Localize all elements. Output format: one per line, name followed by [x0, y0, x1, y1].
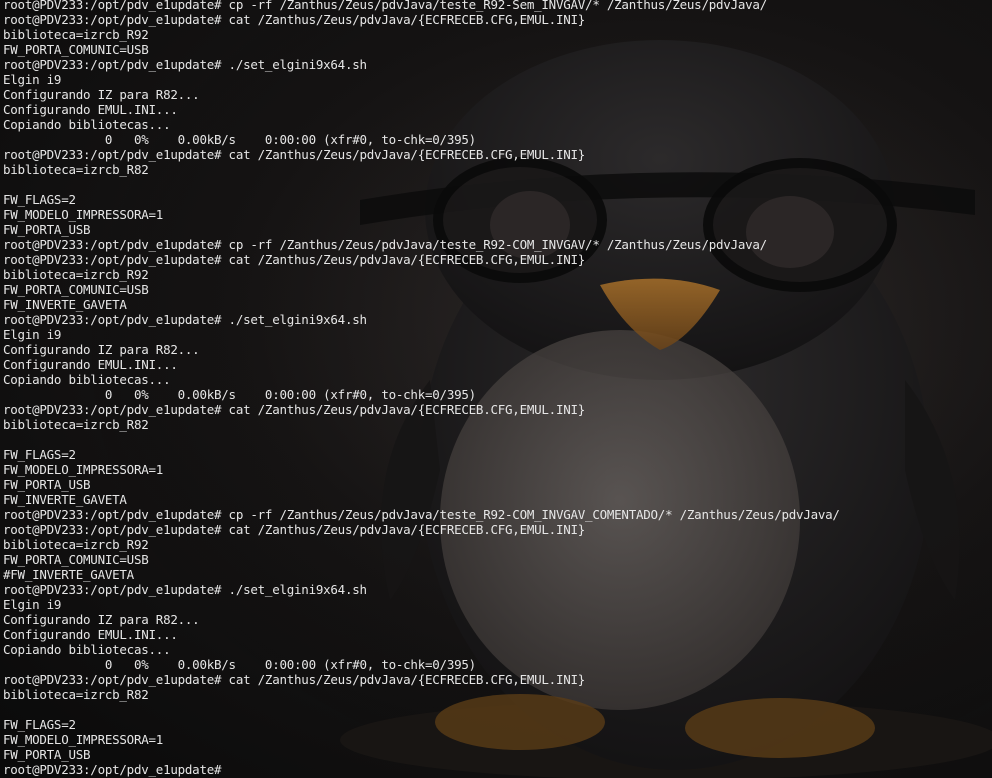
terminal-line: root@PDV233:/opt/pdv_e1update# cp -rf /Z… — [3, 237, 767, 252]
terminal-line: root@PDV233:/opt/pdv_e1update# cat /Zant… — [3, 252, 586, 267]
terminal-window[interactable]: root@PDV233:/opt/pdv_e1update# cp -rf /Z… — [0, 0, 992, 778]
terminal-line: FW_INVERTE_GAVETA — [3, 297, 127, 312]
terminal-line: FW_PORTA_COMUNIC=USB — [3, 282, 149, 297]
terminal-line: Configurando EMUL.INI... — [3, 102, 178, 117]
terminal-line: FW_FLAGS=2 — [3, 447, 76, 462]
terminal-line: biblioteca=izrcb_R92 — [3, 537, 149, 552]
terminal-line: Configurando EMUL.INI... — [3, 627, 178, 642]
terminal-line: root@PDV233:/opt/pdv_e1update# cat /Zant… — [3, 147, 586, 162]
terminal-line: biblioteca=izrcb_R82 — [3, 162, 149, 177]
terminal-line: Configurando IZ para R82... — [3, 87, 200, 102]
terminal-line: biblioteca=izrcb_R92 — [3, 267, 149, 282]
terminal-line: root@PDV233:/opt/pdv_e1update# cp -rf /Z… — [3, 507, 840, 522]
terminal-line: 0 0% 0.00kB/s 0:00:00 (xfr#0, to-chk=0/3… — [3, 657, 476, 672]
terminal-line: Elgin i9 — [3, 597, 62, 612]
terminal-line: FW_PORTA_COMUNIC=USB — [3, 42, 149, 57]
terminal-line: FW_PORTA_USB — [3, 747, 91, 762]
terminal-line: biblioteca=izrcb_R82 — [3, 417, 149, 432]
terminal-line: biblioteca=izrcb_R82 — [3, 687, 149, 702]
terminal-line: root@PDV233:/opt/pdv_e1update# ./set_elg… — [3, 312, 367, 327]
terminal-line: root@PDV233:/opt/pdv_e1update# cat /Zant… — [3, 12, 586, 27]
terminal-line: FW_PORTA_COMUNIC=USB — [3, 552, 149, 567]
terminal-line: Configurando IZ para R82... — [3, 612, 200, 627]
terminal-line: FW_PORTA_USB — [3, 222, 91, 237]
terminal-line: FW_MODELO_IMPRESSORA=1 — [3, 207, 164, 222]
shell-prompt-line: root@PDV233:/opt/pdv_e1update# — [3, 762, 222, 777]
terminal-line: #FW_INVERTE_GAVETA — [3, 567, 134, 582]
terminal-line: biblioteca=izrcb_R92 — [3, 27, 149, 42]
terminal-line: Copiando bibliotecas... — [3, 117, 171, 132]
terminal-line: Copiando bibliotecas... — [3, 642, 171, 657]
terminal-line: root@PDV233:/opt/pdv_e1update# cat /Zant… — [3, 402, 586, 417]
terminal-line: FW_INVERTE_GAVETA — [3, 492, 127, 507]
terminal-line: 0 0% 0.00kB/s 0:00:00 (xfr#0, to-chk=0/3… — [3, 387, 476, 402]
terminal-line: FW_MODELO_IMPRESSORA=1 — [3, 462, 164, 477]
terminal-line: FW_FLAGS=2 — [3, 717, 76, 732]
terminal-line: root@PDV233:/opt/pdv_e1update# ./set_elg… — [3, 582, 367, 597]
terminal-line: root@PDV233:/opt/pdv_e1update# cp -rf /Z… — [3, 0, 767, 12]
terminal-line: Elgin i9 — [3, 72, 62, 87]
terminal-line: 0 0% 0.00kB/s 0:00:00 (xfr#0, to-chk=0/3… — [3, 132, 476, 147]
terminal-line: Configurando EMUL.INI... — [3, 357, 178, 372]
terminal-output[interactable]: root@PDV233:/opt/pdv_e1update# cp -rf /Z… — [3, 0, 840, 777]
terminal-line: Configurando IZ para R82... — [3, 342, 200, 357]
terminal-line: root@PDV233:/opt/pdv_e1update# ./set_elg… — [3, 57, 367, 72]
terminal-line: root@PDV233:/opt/pdv_e1update# cat /Zant… — [3, 672, 586, 687]
terminal-line: FW_PORTA_USB — [3, 477, 91, 492]
terminal-line: root@PDV233:/opt/pdv_e1update# cat /Zant… — [3, 522, 586, 537]
terminal-line: FW_FLAGS=2 — [3, 192, 76, 207]
terminal-line: FW_MODELO_IMPRESSORA=1 — [3, 732, 164, 747]
terminal-line: Copiando bibliotecas... — [3, 372, 171, 387]
terminal-line: Elgin i9 — [3, 327, 62, 342]
